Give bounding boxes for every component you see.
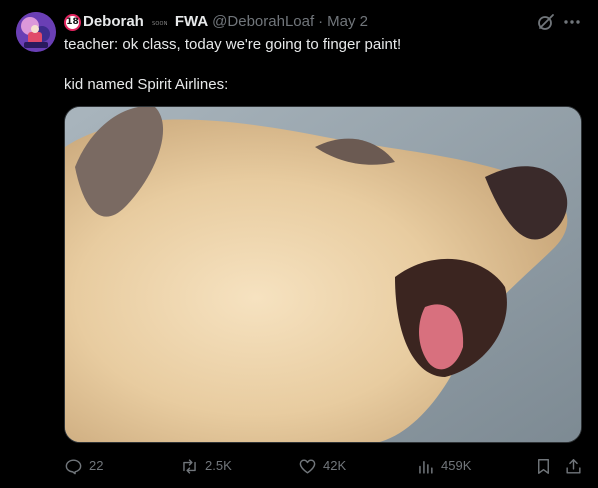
heart-icon [299,458,316,474]
reply-button[interactable]: 22 [64,456,103,476]
tweet-text-line-2: kid named Spirit Airlines: [64,76,229,93]
author-name-suffix[interactable]: FWA [175,12,208,32]
repost-count: 2.5K [205,458,232,473]
like-button[interactable]: 42K [298,456,346,476]
views-icon [419,460,433,474]
like-count: 42K [323,458,347,473]
reply-icon [65,458,82,474]
soon-label: SOON [152,21,168,27]
more-icon[interactable] [562,12,582,32]
soon-arrow-icon: SOON [149,14,171,32]
tweet-date[interactable]: May 2 [327,12,368,32]
tweet-text-line-1: teacher: ok class, today we're going to … [64,36,402,53]
tweet-header: 18 Deborah SOON FWA @DeborahLoaf · May 2 [64,12,368,32]
share-button[interactable] [564,456,583,476]
reply-count: 22 [89,458,104,473]
repost-button[interactable]: 2.5K [180,456,232,476]
bookmark-icon [538,458,549,474]
tweet-media-image[interactable] [64,106,582,443]
tweet-text: teacher: ok class, today we're going to … [64,35,584,95]
views-button[interactable]: 459K [416,456,471,476]
action-bar: 22 2.5K 42K 459K [64,456,584,476]
avatar[interactable] [16,12,56,52]
author-handle[interactable]: @DeborahLoaf [212,12,314,32]
bookmark-button[interactable] [534,456,553,476]
tweet: 18 Deborah SOON FWA @DeborahLoaf · May 2… [0,0,598,488]
repost-icon [183,458,196,474]
eighteen-badge-icon: 18 [64,13,81,31]
views-count: 459K [441,458,472,473]
author-name[interactable]: Deborah [83,12,144,32]
share-icon [566,458,581,474]
grok-icon[interactable] [536,12,556,32]
separator-dot: · [318,13,324,30]
